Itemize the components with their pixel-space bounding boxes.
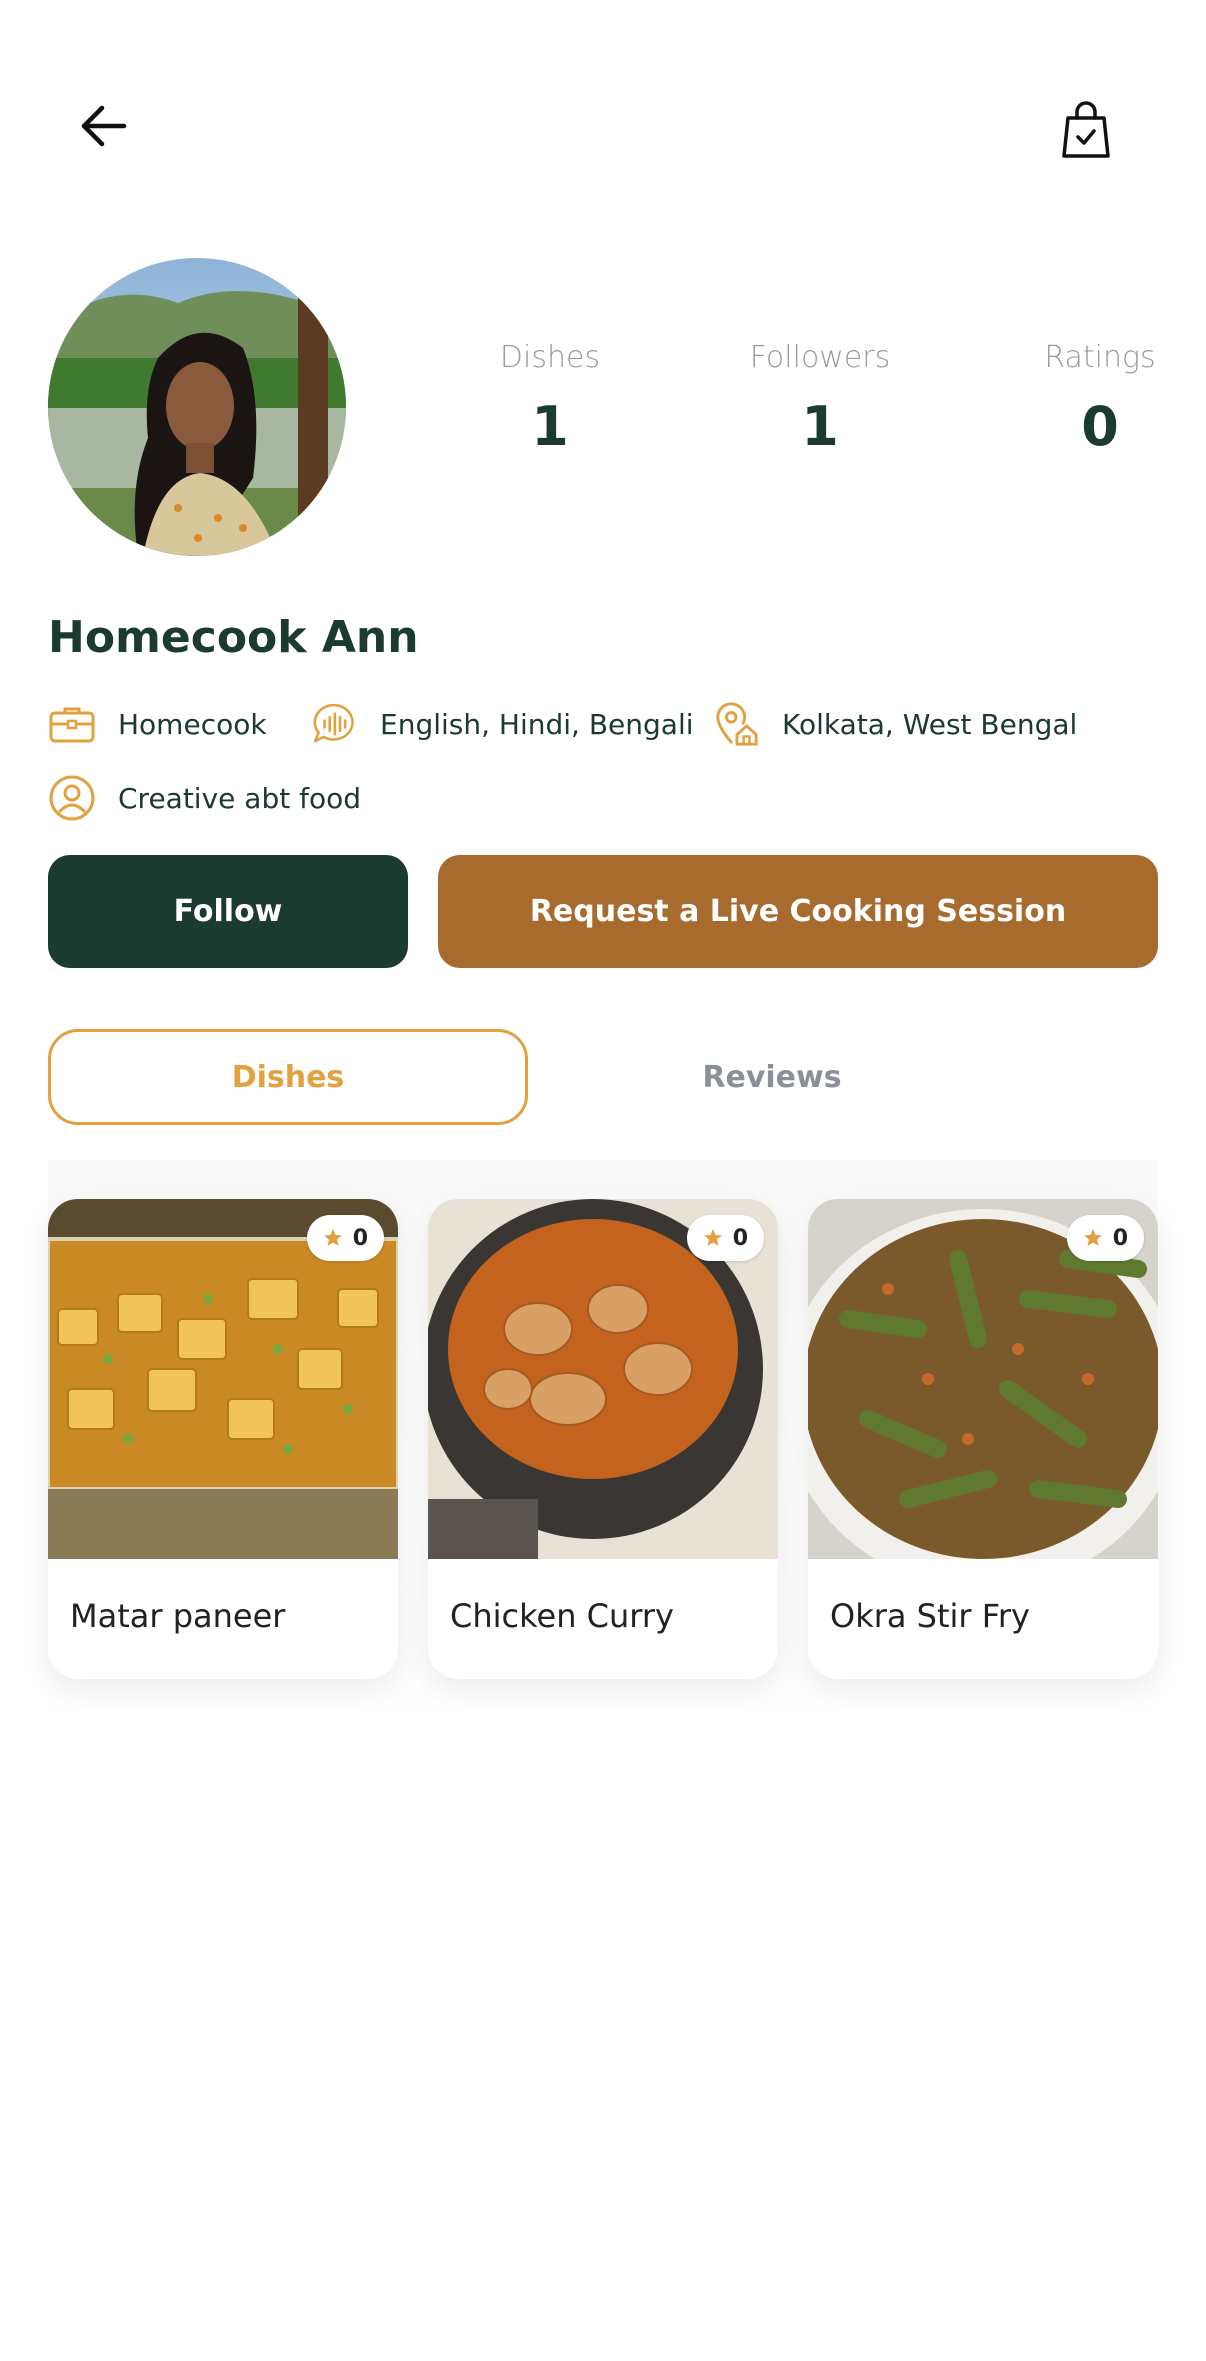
star-icon bbox=[323, 1229, 342, 1246]
back-button[interactable] bbox=[64, 90, 144, 162]
stat-ratings: Ratings 0 bbox=[1010, 340, 1190, 458]
info-location-text: Kolkata, West Bengal bbox=[782, 707, 1078, 741]
info-location: Kolkata, West Bengal bbox=[712, 700, 1077, 748]
rating-badge: 0 bbox=[686, 1215, 764, 1261]
request-live-session-button[interactable]: Request a Live Cooking Session bbox=[438, 855, 1158, 968]
stat-value: 0 bbox=[1081, 395, 1119, 458]
stat-label: Ratings bbox=[1044, 340, 1156, 375]
tab-dishes[interactable]: Dishes bbox=[48, 1029, 528, 1125]
profile-avatar bbox=[48, 258, 346, 556]
voice-chat-icon bbox=[310, 700, 358, 748]
stat-value: 1 bbox=[801, 395, 839, 458]
rating-value: 0 bbox=[352, 1225, 368, 1251]
follow-button[interactable]: Follow bbox=[48, 855, 408, 968]
dish-title: Chicken Curry bbox=[450, 1597, 674, 1635]
dish-title: Matar paneer bbox=[70, 1597, 286, 1635]
info-role-text: Homecook bbox=[118, 707, 267, 741]
stat-value: 1 bbox=[531, 395, 569, 458]
info-bio-text: Creative abt food bbox=[118, 781, 361, 815]
star-icon bbox=[703, 1229, 722, 1246]
briefcase-icon bbox=[48, 700, 96, 748]
info-languages: English, Hindi, Bengali bbox=[310, 700, 694, 748]
dish-title: Okra Stir Fry bbox=[830, 1597, 1030, 1635]
stat-label: Dishes bbox=[499, 340, 601, 375]
cart-button[interactable] bbox=[1046, 90, 1126, 170]
arrow-left-icon bbox=[81, 105, 127, 147]
location-home-icon bbox=[712, 700, 760, 748]
stat-dishes: Dishes 1 bbox=[460, 340, 640, 458]
dish-card-matar-paneer[interactable]: 0 Matar paneer bbox=[48, 1199, 398, 1679]
rating-badge: 0 bbox=[1066, 1215, 1144, 1261]
dish-card-okra-stir-fry[interactable]: 0 Okra Stir Fry bbox=[808, 1199, 1158, 1679]
info-languages-text: English, Hindi, Bengali bbox=[380, 707, 694, 741]
top-bar bbox=[0, 0, 1206, 200]
dish-card-chicken-curry[interactable]: 0 Chicken Curry bbox=[428, 1199, 778, 1679]
profile-name: Homecook Ann bbox=[48, 612, 419, 663]
rating-badge: 0 bbox=[306, 1215, 384, 1261]
star-icon bbox=[1083, 1229, 1102, 1246]
tab-reviews[interactable]: Reviews bbox=[532, 1029, 1012, 1125]
rating-value: 0 bbox=[732, 1225, 748, 1251]
info-role: Homecook bbox=[48, 700, 267, 748]
stat-label: Followers bbox=[749, 340, 891, 375]
info-bio: Creative abt food bbox=[48, 774, 361, 822]
user-circle-icon bbox=[48, 774, 96, 822]
stat-followers: Followers 1 bbox=[730, 340, 910, 458]
rating-value: 0 bbox=[1112, 1225, 1128, 1251]
shopping-bag-check-icon bbox=[1062, 101, 1110, 158]
